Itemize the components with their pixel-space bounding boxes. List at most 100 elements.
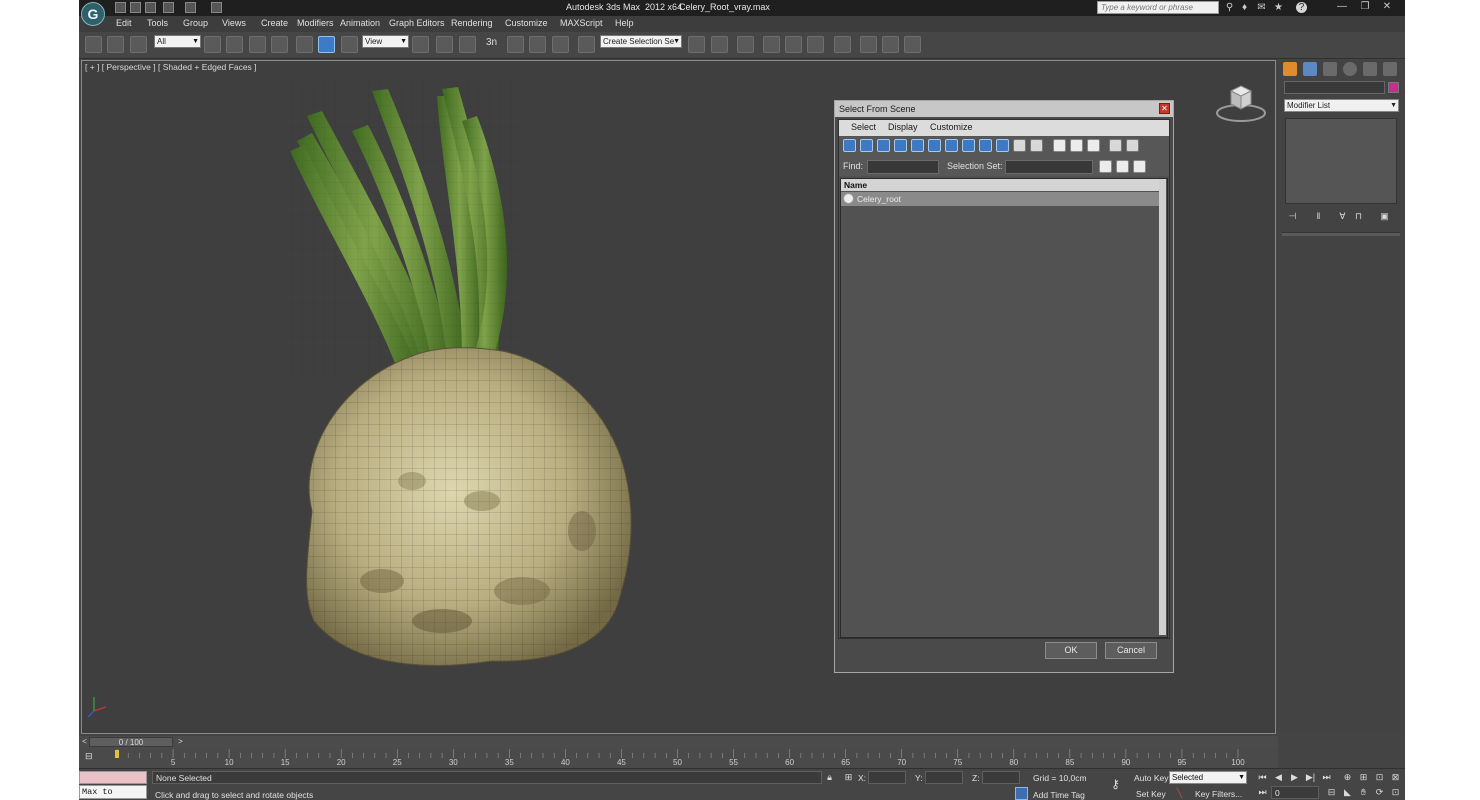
utilities-tab-icon[interactable] [1383,62,1397,76]
angle-snap-icon[interactable] [507,36,524,53]
make-unique-icon[interactable]: ∀ [1336,210,1349,223]
menu-customize[interactable]: Customize [505,18,548,28]
show-end-result-icon[interactable]: ‖ [1312,210,1325,223]
select-scale-icon[interactable] [341,36,358,53]
favorites-icon[interactable]: ★ [1273,2,1284,13]
menu-maxscript[interactable]: MAXScript [560,18,603,28]
add-to-selection-set-icon[interactable] [1116,160,1129,173]
filter-icon[interactable] [1109,139,1122,152]
named-selection-dropdown[interactable]: Create Selection Se ▼ [600,35,682,48]
pin-stack-icon[interactable]: ⊣ [1286,210,1299,223]
object-name-field[interactable] [1284,81,1385,94]
current-frame-field[interactable]: 0 [1271,786,1319,799]
viewcube-icon[interactable] [1215,81,1267,123]
list-item[interactable]: Celery_root [841,192,1159,206]
unlink-icon[interactable] [107,36,124,53]
menu-animation[interactable]: Animation [340,18,380,28]
next-frame-icon[interactable]: ▶| [1304,771,1317,784]
absolute-mode-icon[interactable]: ⊞ [842,771,855,784]
create-selection-set-icon[interactable] [1099,160,1112,173]
previous-frame-icon[interactable]: ◀ [1272,771,1285,784]
cancel-button[interactable]: Cancel [1105,642,1157,659]
modifier-stack[interactable] [1285,118,1397,204]
key-mode-dropdown[interactable]: Selected ▼ [1169,771,1247,784]
link-icon[interactable] [85,36,102,53]
menu-tools[interactable]: Tools [147,18,168,28]
field-of-view-icon[interactable]: ◣ [1341,786,1354,799]
create-tab-icon[interactable] [1283,62,1297,76]
object-color-swatch[interactable] [1388,82,1399,93]
selection-set-dropdown[interactable] [1005,160,1093,174]
open-file-icon[interactable] [130,2,141,13]
remove-modifier-icon[interactable]: ⊓ [1352,210,1365,223]
select-move-icon[interactable] [296,36,313,53]
key-filters-button[interactable]: Key Filters... [1195,789,1242,799]
menu-rendering[interactable]: Rendering [451,18,493,28]
time-tag-icon[interactable] [1015,787,1028,800]
filter-options-icon[interactable] [1126,139,1139,152]
add-time-tag-button[interactable]: Add Time Tag [1033,790,1085,800]
new-scene-icon[interactable] [115,2,126,13]
y-coordinate-field[interactable] [925,771,963,784]
set-key-button[interactable]: Set Key [1136,789,1166,799]
display-geometry-icon[interactable] [843,139,856,152]
zoom-icon[interactable]: ⊕ [1341,771,1354,784]
modify-tab-icon[interactable] [1303,62,1317,76]
goto-end-icon[interactable]: ⏭ [1320,771,1333,784]
ok-button[interactable]: OK [1045,642,1097,659]
select-object-icon[interactable] [204,36,221,53]
maxscript-listener-mini[interactable] [79,771,147,784]
modifier-list-dropdown[interactable]: Modifier List ▼ [1284,99,1399,112]
time-configuration-icon[interactable]: ⊟ [1325,786,1338,799]
save-file-icon[interactable] [145,2,156,13]
redo-icon[interactable] [185,2,196,13]
dialog-menu-display[interactable]: Display [888,122,918,132]
curve-editor-icon[interactable] [785,36,802,53]
display-tab-icon[interactable] [1363,62,1377,76]
hierarchy-tab-icon[interactable] [1323,62,1337,76]
project-folder-icon[interactable] [211,2,222,13]
display-helpers-icon[interactable] [911,139,924,152]
display-frozen-icon[interactable] [1013,139,1026,152]
motion-tab-icon[interactable] [1343,62,1357,76]
list-scrollbar[interactable] [1159,179,1166,635]
undo-icon[interactable] [163,2,174,13]
menu-help[interactable]: Help [615,18,634,28]
column-header-name[interactable]: Name [841,179,1159,191]
percent-snap-icon[interactable] [529,36,546,53]
display-space-warps-icon[interactable] [928,139,941,152]
select-manipulate-icon[interactable] [436,36,453,53]
display-hidden-icon[interactable] [1030,139,1043,152]
auto-key-button[interactable]: Auto Key [1134,773,1169,783]
zoom-extents-icon[interactable]: ⊡ [1373,771,1386,784]
remove-from-selection-set-icon[interactable] [1133,160,1146,173]
menu-group[interactable]: Group [183,18,208,28]
display-containers-icon[interactable] [996,139,1009,152]
close-button[interactable]: ✕ [1377,1,1397,14]
menu-modifiers[interactable]: Modifiers [297,18,334,28]
key-mode-toggle-icon[interactable]: ⏭ [1256,786,1269,799]
dialog-title-bar[interactable]: Select From Scene [835,101,1173,117]
dialog-menu-select[interactable]: Select [851,122,876,132]
time-slider[interactable]: < 0 / 100 > [79,736,1278,748]
display-bones-icon[interactable] [979,139,992,152]
set-key-icon[interactable]: ╲ [1173,787,1186,800]
x-coordinate-field[interactable] [868,771,906,784]
configure-modifier-sets-icon[interactable]: ▣ [1378,210,1391,223]
edit-named-selection-icon[interactable] [578,36,595,53]
reference-coordinate-dropdown[interactable]: View ▼ [362,35,409,48]
bind-space-warp-icon[interactable] [130,36,147,53]
snaps-toggle-icon[interactable]: 3n [486,37,497,48]
layer-manager-icon[interactable] [737,36,754,53]
selection-filter-dropdown[interactable]: All ▼ [154,35,201,48]
menu-views[interactable]: Views [222,18,246,28]
binoculars-icon[interactable]: ⚲ [1224,2,1235,13]
select-none-icon[interactable] [1070,139,1083,152]
set-key-mode-icon[interactable]: ⚷ [1109,778,1122,791]
help-icon[interactable]: ? [1296,2,1307,13]
rectangular-selection-icon[interactable] [249,36,266,53]
z-coordinate-field[interactable] [982,771,1020,784]
spinner-snap-icon[interactable] [552,36,569,53]
select-all-icon[interactable] [1053,139,1066,152]
zoom-extents-all-icon[interactable]: ⊠ [1389,771,1402,784]
